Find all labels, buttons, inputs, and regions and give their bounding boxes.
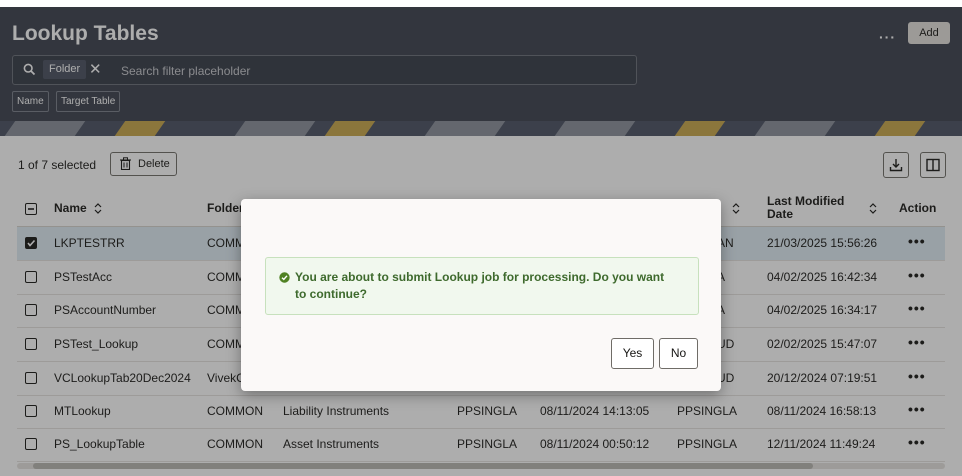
yes-button[interactable]: Yes	[611, 338, 654, 369]
no-button[interactable]: No	[659, 338, 698, 369]
confirmation-message: You are about to submit Lookup job for p…	[295, 270, 665, 301]
confirmation-dialog: You are about to submit Lookup job for p…	[241, 199, 721, 391]
confirmation-message-box: You are about to submit Lookup job for p…	[265, 257, 699, 315]
success-check-icon	[279, 272, 290, 283]
